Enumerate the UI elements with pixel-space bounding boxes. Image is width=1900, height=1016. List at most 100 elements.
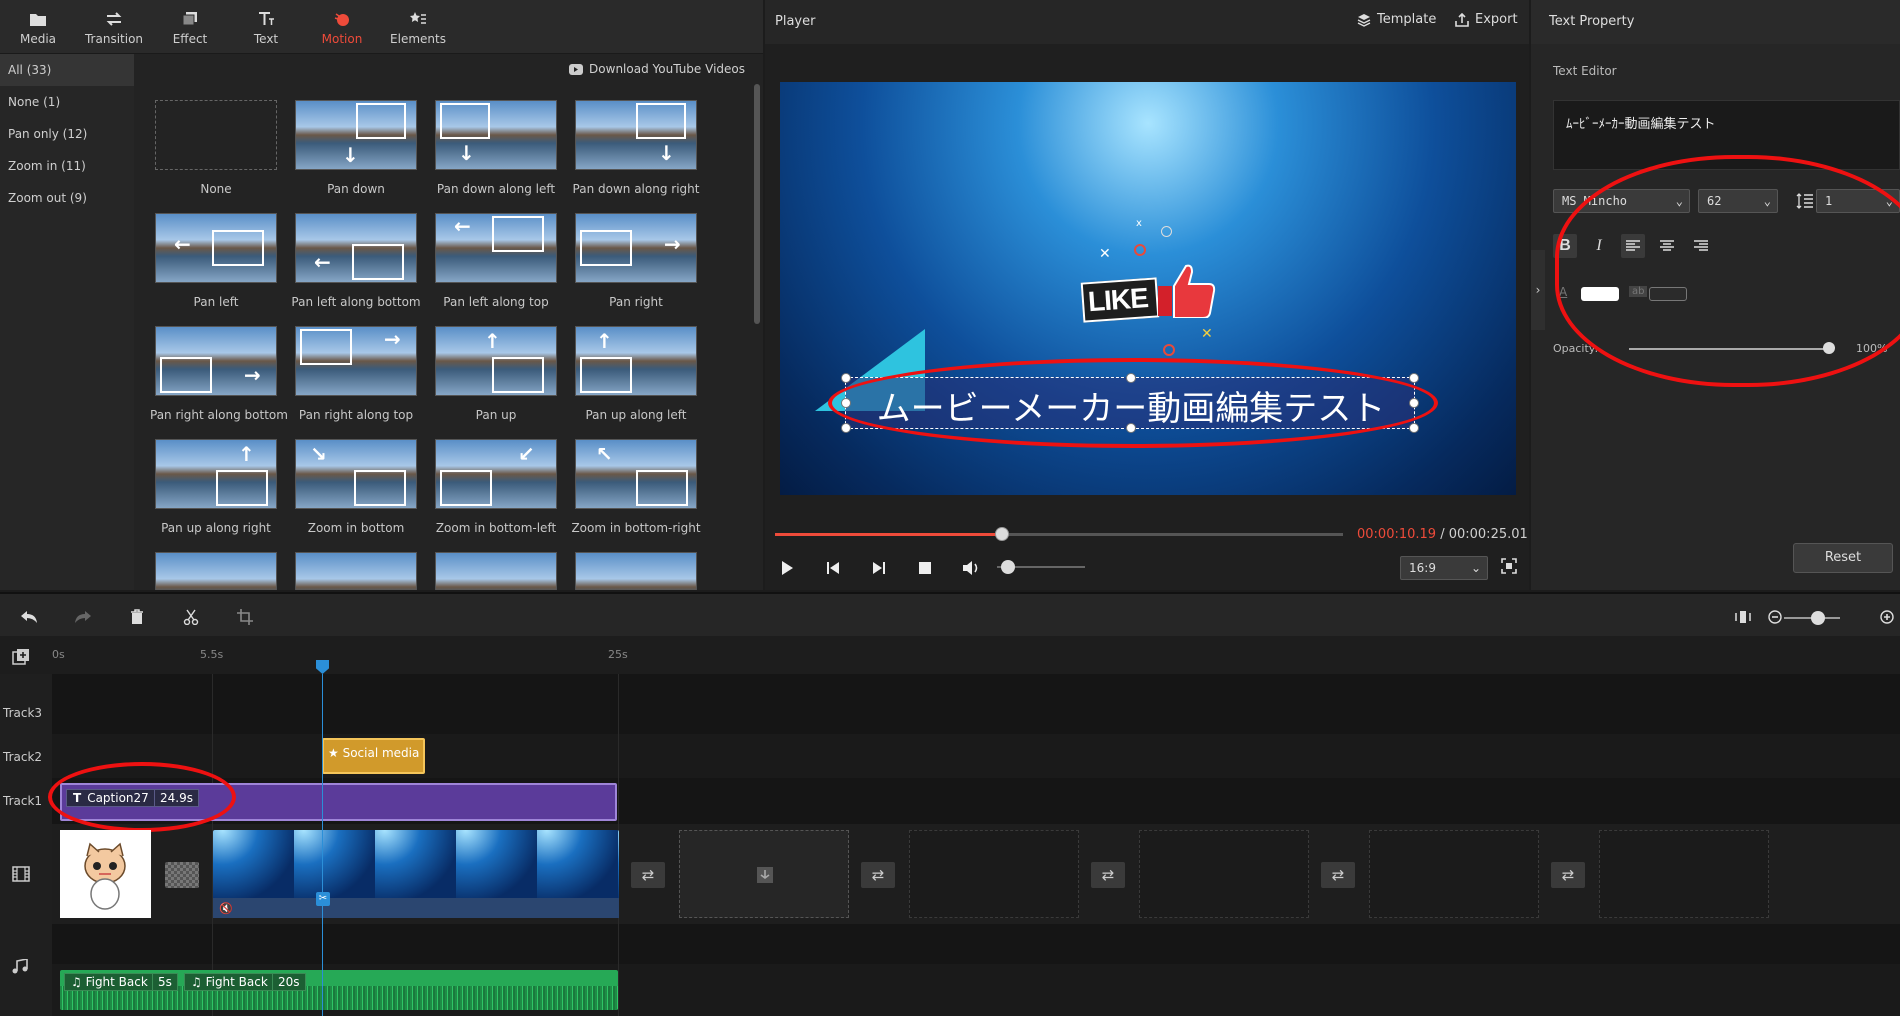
stop-button[interactable]	[913, 556, 937, 580]
empty-media-slot[interactable]	[1599, 830, 1769, 918]
caption-text-box[interactable]: ムービーメーカー動画編集テスト	[841, 373, 1419, 433]
motion-item[interactable]	[290, 552, 430, 590]
progress-knob[interactable]	[995, 527, 1010, 541]
motion-item[interactable]: ↑ Pan up along right	[150, 439, 290, 549]
play-button[interactable]	[775, 556, 799, 580]
like-sticker[interactable]: LIKE	[1080, 252, 1220, 327]
transition-slot-button[interactable]: ⇄	[1321, 862, 1355, 888]
transparent-clip[interactable]	[165, 862, 199, 888]
preview-canvas[interactable]: LIKE x ✕ ✕ ムービーメーカー動画編集テスト	[780, 82, 1516, 495]
tool-transition[interactable]: Transition	[76, 0, 152, 54]
resize-handle[interactable]	[841, 398, 851, 408]
collapse-panel-button[interactable]: ›	[1531, 250, 1545, 330]
ocean-video-clip[interactable]: 🔇	[213, 830, 619, 918]
motion-item[interactable]: ↓ Pan down along right	[570, 100, 710, 210]
resize-handle[interactable]	[1126, 373, 1136, 383]
empty-media-slot[interactable]	[909, 830, 1079, 918]
motion-item[interactable]: ↘ Zoom in bottom	[290, 439, 430, 549]
category-pan-only[interactable]: Pan only (12)	[0, 118, 134, 150]
library-scrollbar[interactable]	[754, 84, 760, 324]
tool-media[interactable]: Media	[0, 0, 76, 54]
split-button[interactable]	[180, 606, 202, 628]
fit-timeline-button[interactable]	[1732, 606, 1754, 628]
motion-item[interactable]: ↖ Zoom in bottom-right	[570, 439, 710, 549]
audio-clip[interactable]: ♫ Fight Back 5s ♫ Fight Back 20s	[60, 970, 618, 1010]
transition-slot-button[interactable]: ⇄	[631, 862, 665, 888]
italic-button[interactable]: I	[1587, 234, 1611, 258]
motion-item[interactable]: ↓ Pan down	[290, 100, 430, 210]
motion-item[interactable]	[430, 552, 570, 590]
font-family-select[interactable]: MS Mincho ⌄	[1553, 189, 1690, 213]
tool-text[interactable]: Text	[228, 0, 304, 54]
opacity-knob[interactable]	[1823, 342, 1835, 354]
volume-knob[interactable]	[1001, 560, 1016, 574]
motion-item[interactable]: ← Pan left	[150, 213, 290, 323]
motion-item[interactable]: ← Pan left along bottom	[290, 213, 430, 323]
empty-media-slot[interactable]	[679, 830, 849, 918]
text-editor-input[interactable]: ﾑｰﾋﾞｰﾒｰｶｰ動画編集テスト	[1553, 100, 1900, 170]
motion-item[interactable]	[570, 552, 710, 590]
transition-slot-button[interactable]: ⇄	[1091, 862, 1125, 888]
motion-item[interactable]: → Pan right	[570, 213, 710, 323]
playback-progress-bar[interactable]	[775, 527, 1343, 541]
download-youtube-button[interactable]: Download YouTube Videos	[569, 62, 745, 76]
mute-icon[interactable]: 🔇	[219, 902, 233, 915]
motion-item[interactable]: ↙ Zoom in bottom-left	[430, 439, 570, 549]
resize-handle[interactable]	[841, 373, 851, 383]
transition-slot-button[interactable]: ⇄	[1551, 862, 1585, 888]
timeline-ruler[interactable]: 0s 5.5s 25s	[0, 636, 1900, 674]
crop-button[interactable]	[234, 606, 256, 628]
rotate-handle[interactable]	[1161, 226, 1172, 237]
category-zoom-out[interactable]: Zoom out (9)	[0, 182, 134, 214]
resize-handle[interactable]	[1126, 423, 1136, 433]
motion-item[interactable]: ↑ Pan up	[430, 326, 570, 436]
template-button[interactable]: Template	[1357, 12, 1436, 27]
caption-clip[interactable]: T Caption27 24.9s	[60, 783, 617, 821]
previous-frame-button[interactable]	[821, 556, 845, 580]
tool-motion[interactable]: Motion	[304, 0, 380, 54]
empty-media-slot[interactable]	[1369, 830, 1539, 918]
motion-item[interactable]: None	[150, 100, 290, 210]
resize-handle[interactable]	[1409, 423, 1419, 433]
timeline-zoom-knob[interactable]	[1810, 611, 1825, 625]
cat-image-clip[interactable]	[60, 830, 151, 918]
split-marker-icon[interactable]: ✂	[316, 892, 330, 906]
opacity-slider[interactable]	[1629, 348, 1829, 350]
delete-button[interactable]	[126, 606, 148, 628]
redo-button[interactable]	[72, 606, 94, 628]
resize-handle[interactable]	[1409, 373, 1419, 383]
resize-handle[interactable]	[841, 423, 851, 433]
empty-media-slot[interactable]	[1139, 830, 1309, 918]
motion-item[interactable]: ↑ Pan up along left	[570, 326, 710, 436]
volume-button[interactable]	[959, 556, 983, 580]
fullscreen-button[interactable]	[1501, 558, 1521, 578]
category-all[interactable]: All (33)	[0, 54, 134, 86]
aspect-ratio-select[interactable]: 16:9 ⌄	[1400, 556, 1488, 580]
rotate-handle[interactable]	[1163, 344, 1175, 356]
export-button[interactable]: Export	[1455, 12, 1518, 27]
line-spacing-select[interactable]: 1 ⌄	[1816, 189, 1900, 213]
transition-slot-button[interactable]: ⇄	[861, 862, 895, 888]
resize-handle[interactable]	[1409, 398, 1419, 408]
playhead-line[interactable]	[322, 674, 323, 1016]
social-media-clip[interactable]: ★ Social media	[322, 738, 425, 774]
tool-effect[interactable]: Effect	[152, 0, 228, 54]
next-frame-button[interactable]	[867, 556, 891, 580]
undo-button[interactable]	[18, 606, 40, 628]
align-center-button[interactable]	[1655, 234, 1679, 258]
zoom-in-button[interactable]	[1876, 606, 1898, 628]
category-zoom-in[interactable]: Zoom in (11)	[0, 150, 134, 182]
font-size-select[interactable]: 62 ⌄	[1698, 189, 1778, 213]
motion-item[interactable]	[150, 552, 290, 590]
add-track-button[interactable]	[12, 648, 32, 668]
tool-elements[interactable]: Elements	[380, 0, 456, 54]
align-left-button[interactable]	[1621, 234, 1645, 258]
motion-item[interactable]: ↓ Pan down along left	[430, 100, 570, 210]
category-none[interactable]: None (1)	[0, 86, 134, 118]
bold-button[interactable]: B	[1553, 234, 1577, 258]
align-right-button[interactable]	[1689, 234, 1713, 258]
reset-button[interactable]: Reset	[1793, 543, 1893, 573]
text-color-swatch[interactable]	[1581, 287, 1619, 301]
motion-item[interactable]: → Pan right along bottom	[150, 326, 290, 436]
motion-item[interactable]: → Pan right along top	[290, 326, 430, 436]
